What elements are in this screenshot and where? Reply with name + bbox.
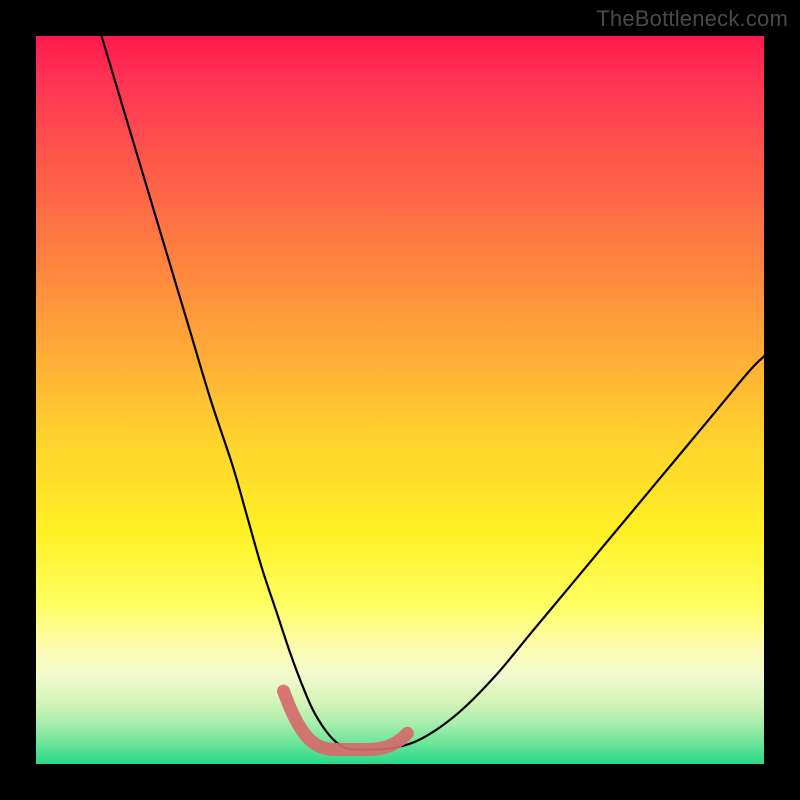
chart-frame: TheBottleneck.com — [0, 0, 800, 800]
bottleneck-curve — [102, 36, 764, 750]
plot-area — [36, 36, 764, 764]
optimal-range-highlight — [284, 691, 408, 749]
curve-layer — [36, 36, 764, 764]
watermark-text: TheBottleneck.com — [596, 6, 788, 32]
